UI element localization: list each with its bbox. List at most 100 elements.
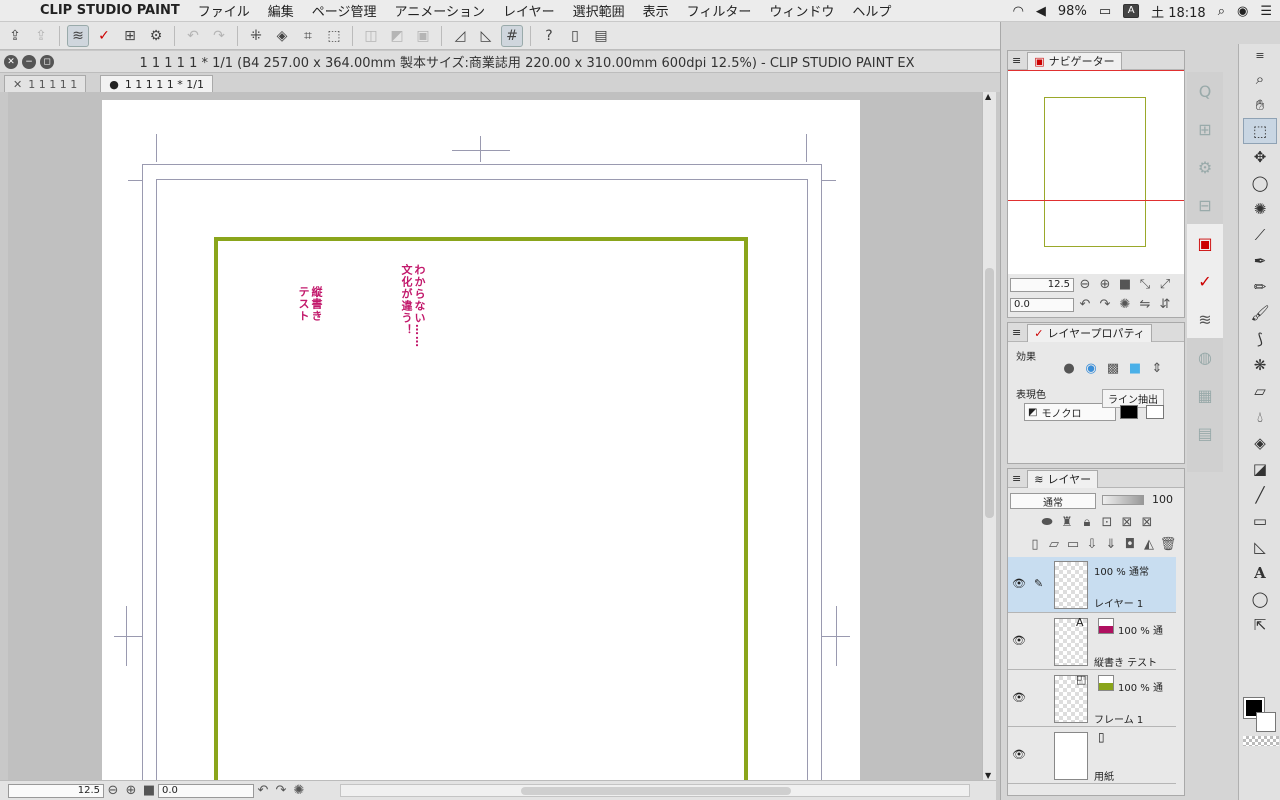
rotate-left-icon[interactable]: ↶ (254, 783, 272, 798)
layer-property-icon[interactable]: ✓ (1187, 262, 1223, 300)
fill-tool-icon[interactable]: ◈ (1239, 430, 1280, 456)
menu-file[interactable]: ファイル (198, 1, 250, 20)
delete-layer-icon[interactable]: 🗑︎ (1159, 537, 1177, 552)
opacity-value[interactable]: 100 (1152, 493, 1173, 506)
rotate-right-icon[interactable]: ↷ (272, 783, 290, 798)
menu-view[interactable]: 表示 (643, 1, 669, 20)
new-page-icon[interactable]: ▯ (564, 25, 586, 47)
opacity-slider[interactable] (1102, 495, 1144, 505)
special-ruler-snap-icon[interactable]: ◺ (475, 25, 497, 47)
frame-border-tool-icon[interactable]: ▭ (1239, 508, 1280, 534)
transform-icon[interactable]: ⌗ (297, 25, 319, 47)
menu-edit[interactable]: 編集 (268, 1, 294, 20)
menu-help[interactable]: ヘルプ (852, 1, 891, 20)
visibility-eye-icon[interactable]: 👁︎ (1012, 748, 1026, 761)
vertical-text-dialogue[interactable]: わからない…… 文化が違う！ (400, 264, 426, 348)
color-set-icon[interactable]: ▦ (1187, 376, 1223, 414)
close-window-icon[interactable]: ✕ (4, 54, 18, 69)
close-tab-icon[interactable]: ✕ (13, 78, 22, 91)
clip-studio-icon[interactable]: ⇪ (4, 25, 26, 47)
layer-icon[interactable]: ≋ (1187, 300, 1223, 338)
layer-property-icon[interactable]: ✓ (93, 25, 115, 47)
balloon-tool-icon[interactable]: ◯ (1239, 586, 1280, 612)
edit-pen-icon[interactable]: ✎ (1034, 577, 1043, 590)
panel-menu-icon[interactable]: ≡ (1012, 472, 1021, 485)
transparent-color-swatch[interactable] (1243, 736, 1279, 746)
input-source[interactable]: A (1123, 4, 1140, 18)
lock-transparent-icon[interactable]: ⊡ (1098, 515, 1116, 530)
undo-icon[interactable]: ↶ (182, 25, 204, 47)
new-vector-layer-icon[interactable]: ▱ (1045, 537, 1063, 552)
transfer-down-icon[interactable]: ⇩ (1083, 537, 1101, 552)
clip-layer-icon[interactable]: ⬬ (1038, 515, 1056, 530)
open-folder-icon[interactable]: ▤ (590, 25, 612, 47)
color-wheel-icon[interactable]: ◍ (1187, 338, 1223, 376)
mask-icon[interactable]: ◘ (1121, 537, 1139, 552)
zoom-slider[interactable]: 12.5 (8, 783, 104, 798)
sub-tool-icon[interactable]: ⊟ (1187, 186, 1223, 224)
brush-tool-icon[interactable]: 🖌︎ (1239, 300, 1280, 326)
sub-color-swatch[interactable] (1256, 712, 1276, 732)
airbrush-tool-icon[interactable]: ⟆ (1239, 326, 1280, 352)
object-tool-icon[interactable]: ⬚ (1243, 118, 1277, 144)
new-folder-icon[interactable]: ▭ (1064, 537, 1082, 552)
sub-tool-detail-icon[interactable]: ⚙ (1187, 148, 1223, 186)
layer-row[interactable]: 👁︎ A 100 % 通 縦書き テスト (1008, 614, 1176, 670)
clip-studio-icon[interactable]: Q (1187, 72, 1223, 110)
ruler-snap-icon[interactable]: ◿ (449, 25, 471, 47)
menu-page[interactable]: ページ管理 (312, 1, 377, 20)
layer-row[interactable]: 👁︎ ▯ 用紙 (1008, 728, 1176, 784)
flip-vertical-icon[interactable]: ⇵ (1156, 297, 1174, 312)
redo-icon[interactable]: ↷ (208, 25, 230, 47)
scroll-down-icon[interactable]: ▼ (985, 771, 991, 780)
tab-project[interactable]: ✕ 1 1 1 1 1 (4, 75, 87, 92)
crop-icon[interactable]: ▣ (412, 25, 434, 47)
lock-layer-icon[interactable]: 🔒︎ (1078, 515, 1096, 530)
layer-row[interactable]: 👁︎ ◰ 100 % 通 フレーム 1 (1008, 671, 1176, 727)
share-icon[interactable]: ⇪ (30, 25, 52, 47)
zoom-in-icon[interactable]: ⊕ (122, 783, 140, 798)
navigator-preview[interactable] (1008, 70, 1184, 274)
zoom-out-icon[interactable]: ⊖ (104, 783, 122, 798)
canvas-area[interactable]: 縦書き テスト わからない…… 文化が違う！ (8, 92, 982, 780)
pencil-tool-icon[interactable]: ✏ (1239, 274, 1280, 300)
siri-icon[interactable]: ◉ (1237, 4, 1248, 19)
scroll-up-icon[interactable]: ▲ (985, 92, 991, 101)
ruler-icon[interactable]: ◭ (1140, 537, 1158, 552)
navigator-rotation-slider[interactable]: 0.0 (1010, 297, 1074, 312)
lasso-tool-icon[interactable]: ◯ (1239, 170, 1280, 196)
comic-frame-border[interactable] (214, 237, 748, 780)
extract-line-icon[interactable]: ◉ (1082, 361, 1100, 376)
figure-tool-icon[interactable]: ╱ (1239, 482, 1280, 508)
paper-canvas[interactable]: 縦書き テスト わからない…… 文化が違う！ (102, 100, 860, 780)
merge-down-icon[interactable]: ⇓ (1102, 537, 1120, 552)
reference-layer-icon[interactable]: ♜ (1058, 515, 1076, 530)
correct-line-tool-icon[interactable]: ⇱ (1239, 612, 1280, 638)
menu-window[interactable]: ウィンドウ (769, 1, 834, 20)
menu-animation[interactable]: アニメーション (394, 1, 484, 20)
tab-page[interactable]: ● 1 1 1 1 1 * 1/1 (100, 75, 213, 92)
layer-row[interactable]: 👁︎ ✎ 100 % 通常 レイヤー 1 (1008, 557, 1176, 613)
reset-rotation-icon[interactable]: ✺ (1116, 297, 1134, 312)
volume-icon[interactable]: ◀ (1036, 4, 1046, 19)
layer-icon[interactable]: ≋ (67, 24, 89, 47)
visibility-eye-icon[interactable]: 👁︎ (1012, 577, 1026, 590)
clear-icon[interactable]: ◫ (360, 25, 382, 47)
tab-layer[interactable]: ≋ レイヤー (1027, 469, 1099, 488)
app-menu[interactable]: CLIP STUDIO PAINT (40, 3, 180, 18)
eyedropper-tool-icon[interactable]: ⟋ (1239, 222, 1280, 248)
zoom-in-icon[interactable]: ⊕ (1096, 277, 1114, 292)
gradient-tool-icon[interactable]: ◪ (1239, 456, 1280, 482)
rotate-left-icon[interactable]: ↶ (1076, 297, 1094, 312)
tone-icon[interactable]: ▩ (1104, 361, 1122, 376)
eraser-tool-icon[interactable]: ▱ (1239, 378, 1280, 404)
wifi-icon[interactable]: ◠ (1013, 4, 1024, 19)
auto-select-tool-icon[interactable]: ✺ (1239, 196, 1280, 222)
help-icon[interactable]: ? (538, 25, 560, 47)
effect-stepper-icon[interactable]: ⇕ (1148, 361, 1166, 376)
text-tool-icon[interactable]: A (1239, 560, 1280, 586)
grid-snap-icon[interactable]: # (501, 24, 523, 47)
selection-launcher-icon[interactable]: ⁜ (245, 25, 267, 47)
scroll-thumb[interactable] (985, 268, 994, 518)
background-color-swatch[interactable] (1146, 405, 1164, 419)
